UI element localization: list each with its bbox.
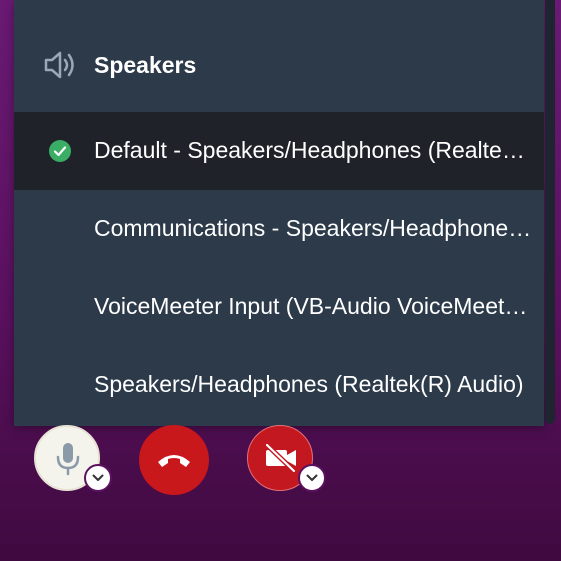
speaker-icon bbox=[42, 50, 78, 80]
speaker-option-label: Communications - Speakers/Headphones (Re… bbox=[94, 215, 534, 241]
microphone-options-button[interactable] bbox=[84, 464, 112, 492]
speaker-option-voicemeeter[interactable]: VoiceMeeter Input (VB-Audio VoiceMeeter … bbox=[14, 268, 544, 346]
camera-off-icon bbox=[264, 442, 298, 478]
speaker-option-label: Default - Speakers/Headphones (Realtek(R… bbox=[94, 137, 534, 163]
check-icon bbox=[49, 140, 71, 162]
speaker-option-realtek[interactable]: Speakers/Headphones (Realtek(R) Audio) bbox=[14, 346, 544, 424]
microphone-icon bbox=[55, 441, 81, 482]
speaker-option-label: Speakers/Headphones (Realtek(R) Audio) bbox=[94, 371, 524, 397]
speaker-option-communications[interactable]: Communications - Speakers/Headphones (Re… bbox=[14, 190, 544, 268]
hang-up-button[interactable] bbox=[139, 425, 209, 495]
speaker-option-default[interactable]: Default - Speakers/Headphones (Realtek(R… bbox=[14, 112, 544, 190]
speaker-option-label: VoiceMeeter Input (VB-Audio VoiceMeeter … bbox=[94, 293, 534, 319]
camera-options-button[interactable] bbox=[298, 464, 326, 492]
hang-up-icon bbox=[156, 450, 192, 475]
speaker-select-menu: Speakers Default - Speakers/Headphones (… bbox=[14, 0, 544, 426]
speakers-header: Speakers bbox=[14, 30, 544, 100]
menu-scrollbar[interactable] bbox=[545, 0, 555, 424]
speakers-header-label: Speakers bbox=[94, 52, 197, 78]
